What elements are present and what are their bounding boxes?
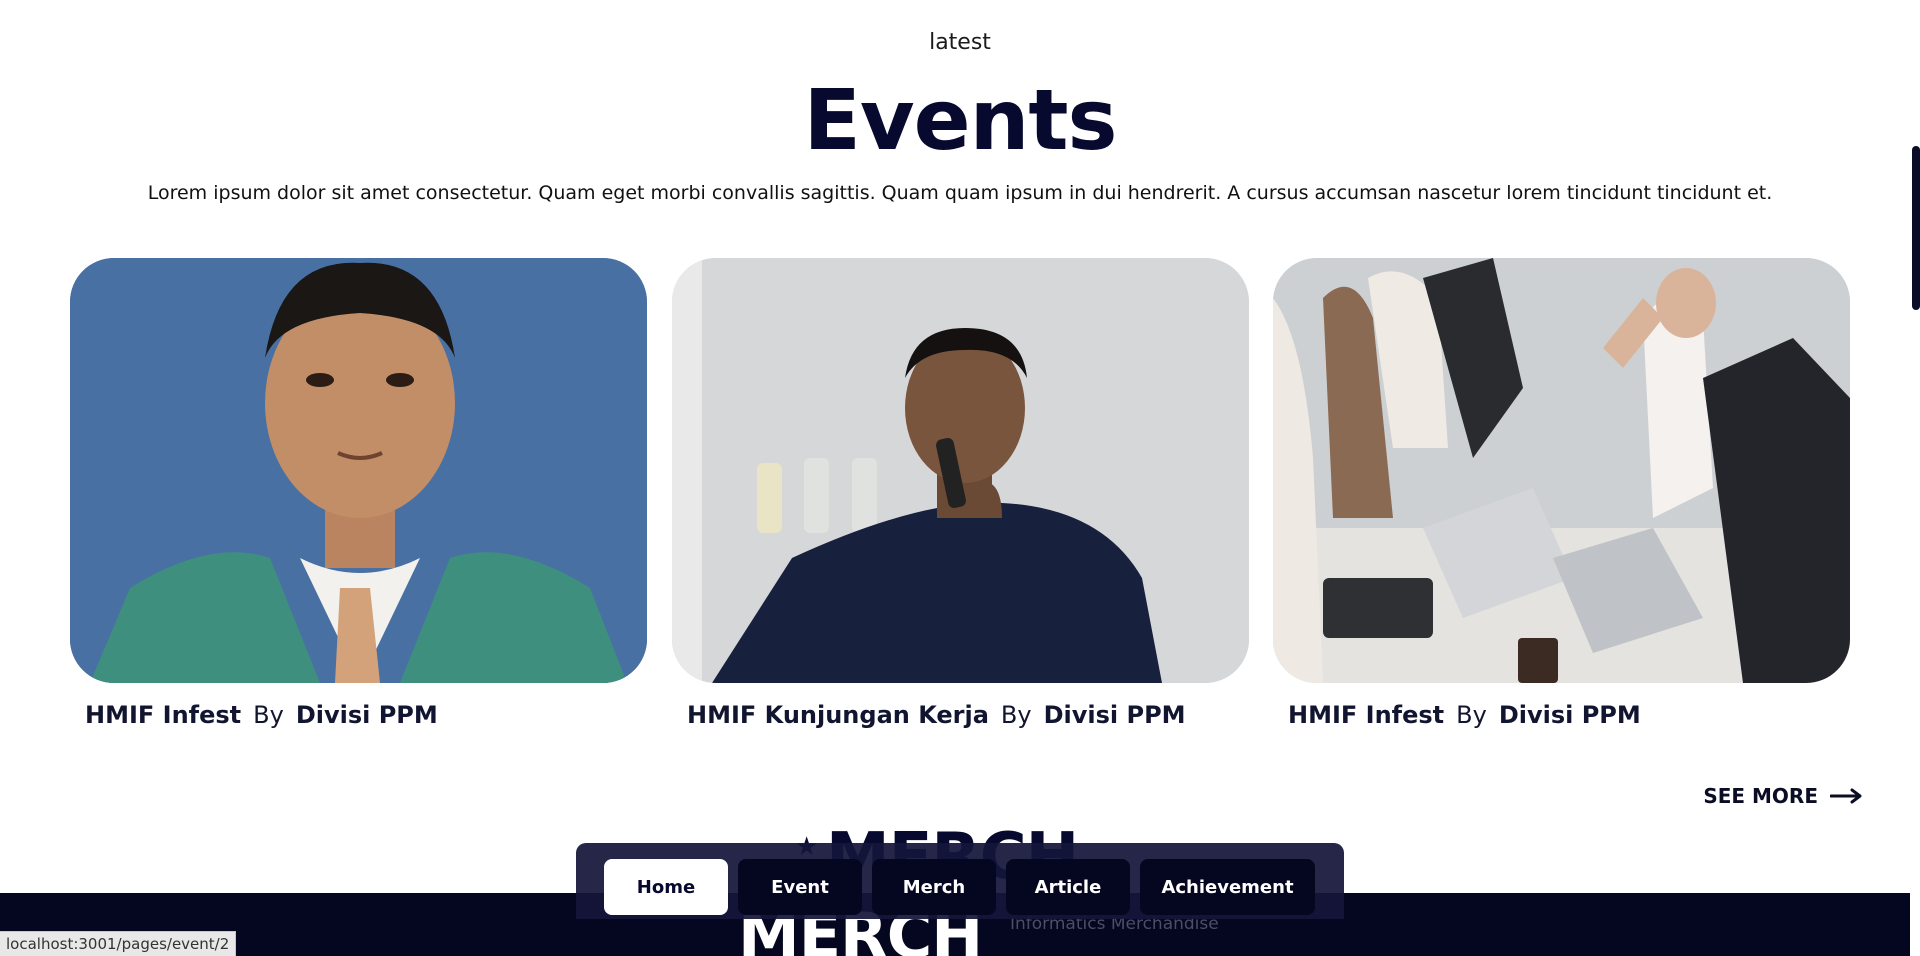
event-caption: HMIF Kunjungan Kerja By Divisi PPM xyxy=(672,701,1249,729)
event-image[interactable] xyxy=(1273,258,1850,683)
bottom-navbar: Home Event Merch Article Achievement xyxy=(576,843,1344,919)
event-author: Divisi PPM xyxy=(295,701,438,729)
event-caption: HMIF Infest By Divisi PPM xyxy=(1273,701,1850,729)
nav-item-home[interactable]: Home xyxy=(604,859,728,915)
event-card[interactable]: HMIF Infest By Divisi PPM xyxy=(70,258,647,729)
nav-item-merch[interactable]: Merch xyxy=(872,859,996,915)
section-description: Lorem ipsum dolor sit amet consectetur. … xyxy=(147,182,1773,204)
scrollbar-thumb[interactable] xyxy=(1912,146,1920,310)
arrow-right-icon xyxy=(1830,788,1862,804)
nav-item-event[interactable]: Event xyxy=(738,859,862,915)
event-author: Divisi PPM xyxy=(1498,701,1641,729)
event-image[interactable] xyxy=(672,258,1249,683)
by-label: By xyxy=(253,701,284,729)
nav-item-achievement[interactable]: Achievement xyxy=(1140,859,1315,915)
event-image[interactable] xyxy=(70,258,647,683)
see-more-label: SEE MORE xyxy=(1703,784,1818,808)
event-author: Divisi PPM xyxy=(1043,701,1186,729)
event-caption: HMIF Infest By Divisi PPM xyxy=(70,701,647,729)
event-card[interactable]: HMIF Kunjungan Kerja By Divisi PPM xyxy=(672,258,1249,729)
scrollbar[interactable] xyxy=(1910,0,1920,956)
event-name: HMIF Kunjungan Kerja xyxy=(687,701,989,729)
event-name: HMIF Infest xyxy=(1288,701,1445,729)
section-kicker: latest xyxy=(929,30,991,55)
event-card[interactable]: HMIF Infest By Divisi PPM xyxy=(1273,258,1850,729)
section-title: Events xyxy=(803,71,1117,169)
see-more-link[interactable]: SEE MORE xyxy=(1703,784,1862,808)
by-label: By xyxy=(1456,701,1487,729)
event-cards: HMIF Infest By Divisi PPM HMIF Kunjungan K… xyxy=(70,258,1850,738)
by-label: By xyxy=(1000,701,1032,729)
event-name: HMIF Infest xyxy=(85,701,242,729)
nav-item-article[interactable]: Article xyxy=(1006,859,1130,915)
status-url: localhost:3001/pages/event/2 xyxy=(0,931,237,956)
